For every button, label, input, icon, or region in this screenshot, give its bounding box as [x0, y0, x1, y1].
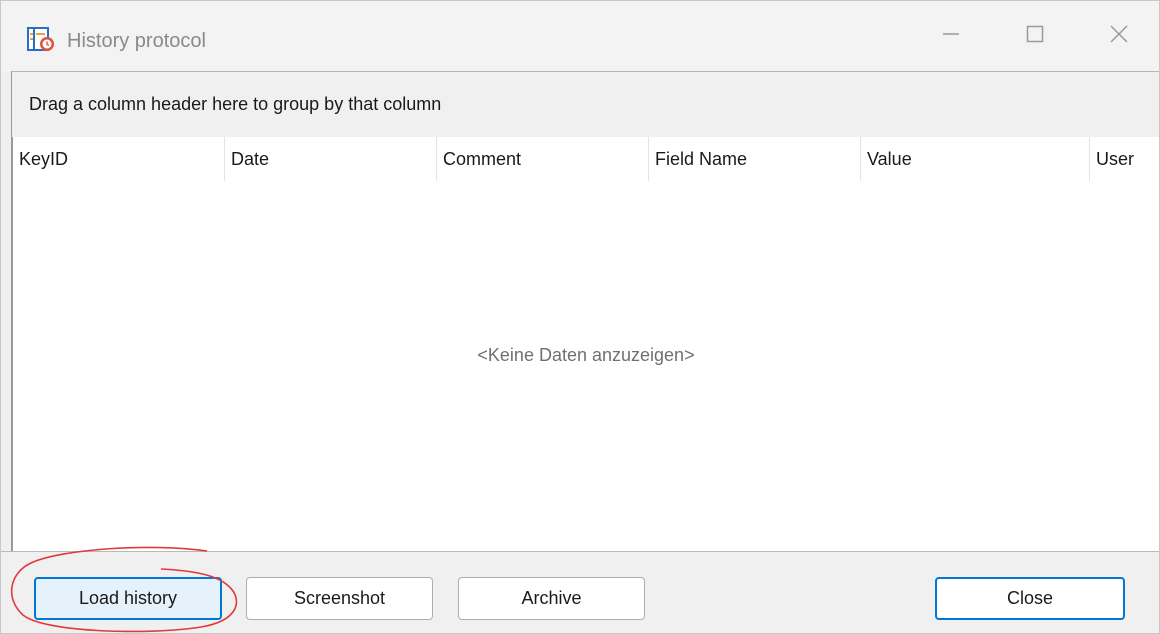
- close-icon: [1109, 24, 1129, 49]
- column-header-comment[interactable]: Comment: [437, 137, 649, 181]
- window-close-button[interactable]: [1073, 1, 1159, 71]
- column-header-row: KeyID Date Comment Field Name Value User: [13, 137, 1159, 181]
- group-by-hint: Drag a column header here to group by th…: [29, 94, 442, 114]
- column-header-user[interactable]: User: [1090, 137, 1159, 181]
- minimize-button[interactable]: [905, 1, 997, 71]
- column-header-keyid[interactable]: KeyID: [13, 137, 225, 181]
- button-bar: Load history Screenshot Archive Close: [1, 551, 1159, 633]
- maximize-icon: [1025, 24, 1045, 49]
- minimize-icon: [941, 24, 961, 49]
- close-button[interactable]: Close: [935, 577, 1125, 620]
- title-bar[interactable]: History protocol: [1, 1, 1159, 71]
- history-protocol-window: History protocol Drag a column header he…: [0, 0, 1160, 634]
- column-header-value[interactable]: Value: [861, 137, 1090, 181]
- archive-button[interactable]: Archive: [458, 577, 645, 620]
- history-app-icon: [27, 27, 57, 53]
- window-title: History protocol: [67, 30, 206, 52]
- maximize-button[interactable]: [989, 1, 1081, 71]
- screenshot-button[interactable]: Screenshot: [246, 577, 433, 620]
- column-header-date[interactable]: Date: [225, 137, 437, 181]
- group-by-panel[interactable]: Drag a column header here to group by th…: [11, 71, 1159, 137]
- load-history-button[interactable]: Load history: [34, 577, 222, 620]
- history-grid[interactable]: KeyID Date Comment Field Name Value User…: [11, 137, 1159, 551]
- no-data-message: <Keine Daten anzuzeigen>: [477, 345, 695, 365]
- column-header-field-name[interactable]: Field Name: [649, 137, 861, 181]
